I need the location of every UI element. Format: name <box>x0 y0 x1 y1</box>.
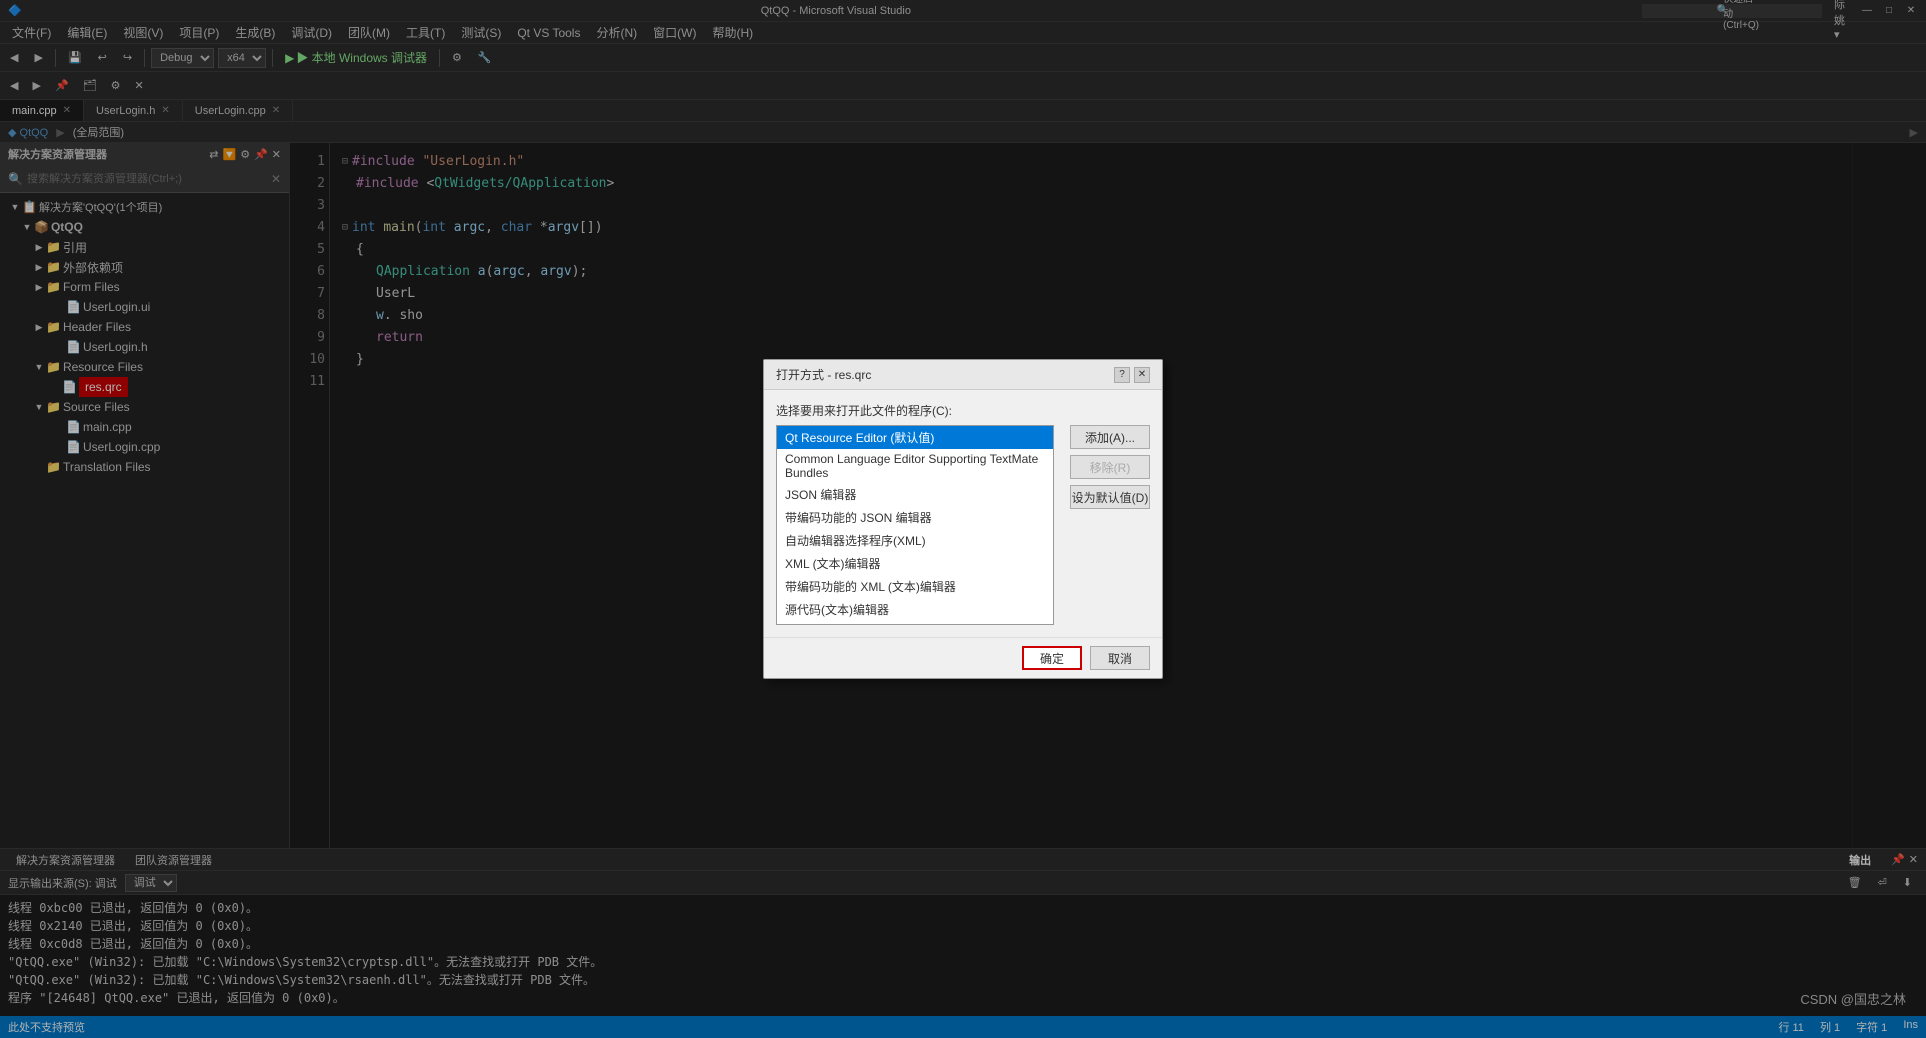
dialog-confirm-btn[interactable]: 确定 <box>1022 646 1082 670</box>
remove-program-btn[interactable]: 移除(R) <box>1070 455 1150 479</box>
list-item-0[interactable]: Qt Resource Editor (默认值) <box>777 426 1053 449</box>
list-item-1[interactable]: Common Language Editor Supporting TextMa… <box>777 449 1053 483</box>
dialog-right-buttons: 添加(A)... 移除(R) 设为默认值(D) <box>1070 425 1150 625</box>
list-item-2[interactable]: JSON 编辑器 <box>777 483 1053 506</box>
dialog-bottom-buttons: 确定 取消 <box>764 637 1162 678</box>
dialog-list-area: Qt Resource Editor (默认值) Common Language… <box>776 425 1150 625</box>
dialog-title: 打开方式 - res.qrc ? ✕ <box>764 360 1162 390</box>
list-item-8[interactable]: 具有编码功能的源代码(文本)编辑器 <box>777 621 1053 625</box>
dialog-close-btn[interactable]: ✕ <box>1134 367 1150 383</box>
dialog-program-list[interactable]: Qt Resource Editor (默认值) Common Language… <box>776 425 1054 625</box>
list-item-6[interactable]: 带编码功能的 XML (文本)编辑器 <box>777 575 1053 598</box>
dialog-label: 选择要用来打开此文件的程序(C): <box>776 402 1150 419</box>
dialog-title-controls: ? ✕ <box>1114 367 1150 383</box>
add-program-btn[interactable]: 添加(A)... <box>1070 425 1150 449</box>
list-item-4[interactable]: 自动编辑器选择程序(XML) <box>777 529 1053 552</box>
list-item-5[interactable]: XML (文本)编辑器 <box>777 552 1053 575</box>
set-default-btn[interactable]: 设为默认值(D) <box>1070 485 1150 509</box>
dialog-cancel-btn[interactable]: 取消 <box>1090 646 1150 670</box>
dialog-overlay: 打开方式 - res.qrc ? ✕ 选择要用来打开此文件的程序(C): Qt … <box>0 0 1926 1038</box>
dialog-help-btn[interactable]: ? <box>1114 367 1130 383</box>
dialog-title-text: 打开方式 - res.qrc <box>776 366 871 383</box>
list-item-3[interactable]: 带编码功能的 JSON 编辑器 <box>777 506 1053 529</box>
open-with-dialog: 打开方式 - res.qrc ? ✕ 选择要用来打开此文件的程序(C): Qt … <box>763 359 1163 679</box>
dialog-body: 选择要用来打开此文件的程序(C): Qt Resource Editor (默认… <box>764 390 1162 637</box>
list-item-7[interactable]: 源代码(文本)编辑器 <box>777 598 1053 621</box>
